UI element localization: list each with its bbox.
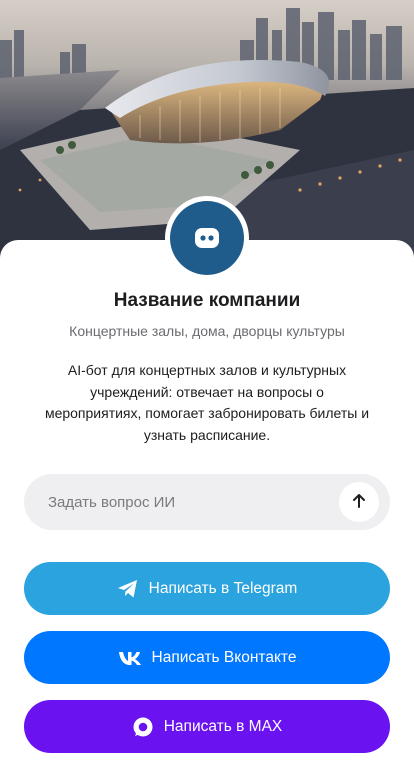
max-button[interactable]: Написать в MAX	[24, 700, 390, 753]
company-name: Название компании	[113, 290, 301, 311]
avatar	[165, 196, 249, 280]
chat-bot-icon	[170, 201, 244, 275]
arrow-up-icon	[350, 492, 368, 513]
max-icon	[132, 716, 154, 738]
vk-button[interactable]: Написать Вконтакте	[24, 631, 390, 684]
ask-ai-input[interactable]	[24, 474, 334, 530]
vk-button-label: Написать Вконтакте	[151, 648, 297, 666]
send-button[interactable]	[339, 482, 379, 522]
telegram-button[interactable]: Написать в Telegram	[24, 562, 390, 615]
ask-ai-field	[24, 474, 390, 530]
telegram-icon	[117, 579, 139, 599]
max-button-label: Написать в MAX	[163, 717, 283, 735]
vk-icon	[118, 650, 142, 666]
company-category: Концертные залы, дома, дворцы культуры	[69, 323, 345, 339]
telegram-button-label: Написать в Telegram	[148, 579, 298, 597]
company-description: AI-бот для концертных залов и культурных…	[44, 362, 370, 443]
